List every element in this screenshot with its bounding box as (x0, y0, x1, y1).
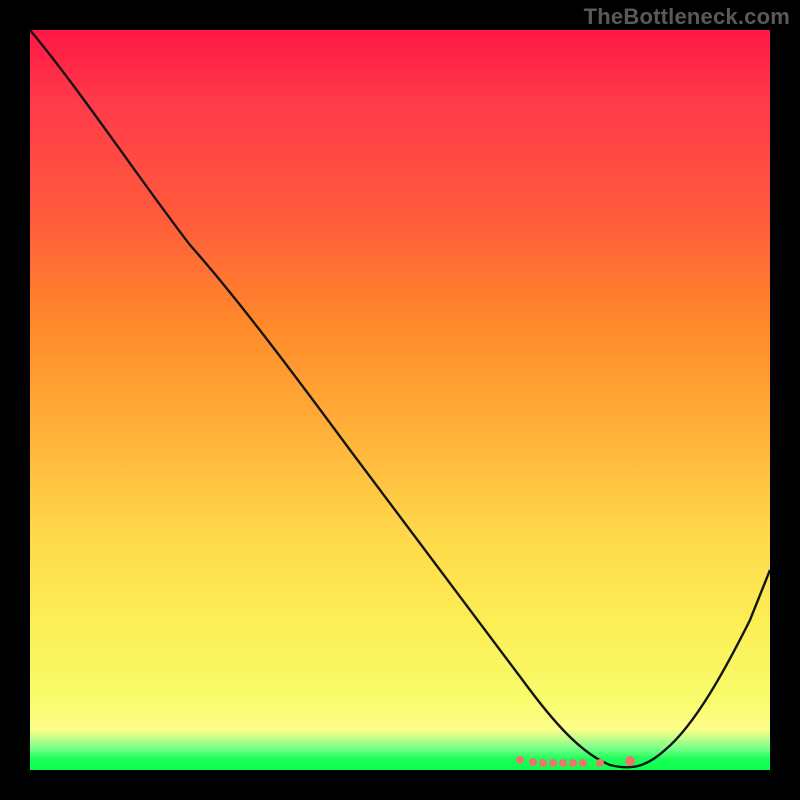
watermark-text: TheBottleneck.com (584, 4, 790, 30)
marker-dot (516, 756, 524, 764)
bottleneck-curve (30, 30, 770, 767)
marker-dot (529, 758, 537, 766)
marker-dot (549, 759, 557, 767)
marker-dot (539, 759, 547, 767)
marker-dot (625, 756, 635, 766)
marker-dot (559, 759, 567, 767)
chart-frame: TheBottleneck.com (0, 0, 800, 800)
curve-layer (30, 30, 770, 770)
marker-dot (596, 759, 604, 767)
plot-area (30, 30, 770, 770)
marker-dot (569, 759, 577, 767)
marker-dot (579, 759, 587, 767)
